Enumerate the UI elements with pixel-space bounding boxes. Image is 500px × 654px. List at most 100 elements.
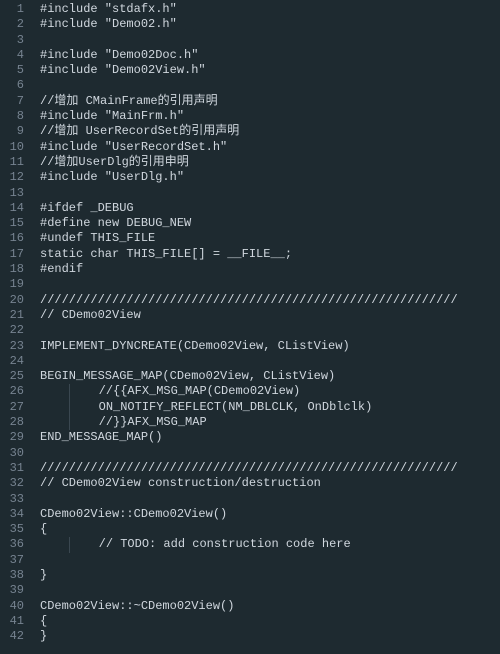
code-line[interactable]: // CDemo02View construction/destruction — [40, 476, 500, 491]
line-number: 15 — [4, 216, 24, 231]
line-number: 19 — [4, 277, 24, 292]
line-number: 22 — [4, 323, 24, 338]
code-line[interactable] — [40, 492, 500, 507]
code-text: #endif — [40, 262, 83, 276]
line-number: 24 — [4, 354, 24, 369]
code-line[interactable]: } — [40, 629, 500, 644]
line-number: 11 — [4, 155, 24, 170]
line-number: 37 — [4, 553, 24, 568]
code-line[interactable]: #include "Demo02Doc.h" — [40, 48, 500, 63]
code-line[interactable]: #define new DEBUG_NEW — [40, 216, 500, 231]
code-text: #include "Demo02View.h" — [40, 63, 206, 77]
line-number: 14 — [4, 201, 24, 216]
code-line[interactable]: //}}AFX_MSG_MAP — [40, 415, 500, 430]
code-text: ////////////////////////////////////////… — [40, 461, 458, 475]
line-number: 38 — [4, 568, 24, 583]
code-line[interactable] — [40, 33, 500, 48]
code-line[interactable] — [40, 583, 500, 598]
code-line[interactable]: ////////////////////////////////////////… — [40, 461, 500, 476]
code-line[interactable]: CDemo02View::CDemo02View() — [40, 507, 500, 522]
code-line[interactable]: #include "Demo02View.h" — [40, 63, 500, 78]
code-line[interactable]: BEGIN_MESSAGE_MAP(CDemo02View, CListView… — [40, 369, 500, 384]
line-number: 41 — [4, 614, 24, 629]
code-line[interactable]: #include "stdafx.h" — [40, 2, 500, 17]
code-line[interactable]: } — [40, 568, 500, 583]
code-line[interactable] — [40, 186, 500, 201]
code-line[interactable]: { — [40, 522, 500, 537]
code-line[interactable]: #include "Demo02.h" — [40, 17, 500, 32]
line-number: 39 — [4, 583, 24, 598]
line-number: 1 — [4, 2, 24, 17]
code-text: //增加UserDlg的引用申明 — [40, 155, 189, 169]
line-number: 36 — [4, 537, 24, 552]
line-number: 42 — [4, 629, 24, 644]
line-number: 9 — [4, 124, 24, 139]
code-text: #include "Demo02Doc.h" — [40, 48, 198, 62]
code-text: //{{AFX_MSG_MAP(CDemo02View) — [99, 384, 301, 398]
code-line[interactable]: static char THIS_FILE[] = __FILE__; — [40, 247, 500, 262]
line-number: 26 — [4, 384, 24, 399]
code-line[interactable]: //增加 UserRecordSet的引用声明 — [40, 124, 500, 139]
code-line[interactable] — [40, 446, 500, 461]
code-text: #ifdef _DEBUG — [40, 201, 134, 215]
line-number: 32 — [4, 476, 24, 491]
code-text: //}}AFX_MSG_MAP — [99, 415, 207, 429]
code-text: CDemo02View::CDemo02View() — [40, 507, 227, 521]
line-number: 40 — [4, 599, 24, 614]
line-number: 12 — [4, 170, 24, 185]
code-text: END_MESSAGE_MAP() — [40, 430, 162, 444]
line-number: 3 — [4, 33, 24, 48]
code-line[interactable]: #undef THIS_FILE — [40, 231, 500, 246]
line-number: 31 — [4, 461, 24, 476]
code-text: #include "UserRecordSet.h" — [40, 140, 227, 154]
line-number: 33 — [4, 492, 24, 507]
code-line[interactable]: #include "UserDlg.h" — [40, 170, 500, 185]
code-line[interactable]: //增加 CMainFrame的引用声明 — [40, 94, 500, 109]
line-number: 21 — [4, 308, 24, 323]
code-line[interactable]: IMPLEMENT_DYNCREATE(CDemo02View, CListVi… — [40, 339, 500, 354]
code-line[interactable]: ////////////////////////////////////////… — [40, 293, 500, 308]
code-text: // TODO: add construction code here — [99, 537, 351, 551]
line-number: 4 — [4, 48, 24, 63]
code-line[interactable]: END_MESSAGE_MAP() — [40, 430, 500, 445]
line-number: 10 — [4, 140, 24, 155]
code-text: } — [40, 568, 47, 582]
code-line[interactable]: #endif — [40, 262, 500, 277]
line-number: 5 — [4, 63, 24, 78]
code-text: static char THIS_FILE[] = __FILE__; — [40, 247, 292, 261]
line-number: 28 — [4, 415, 24, 430]
code-text: IMPLEMENT_DYNCREATE(CDemo02View, CListVi… — [40, 339, 350, 353]
code-line[interactable]: ON_NOTIFY_REFLECT(NM_DBLCLK, OnDblclk) — [40, 400, 500, 415]
code-text: #include "MainFrm.h" — [40, 109, 184, 123]
code-line[interactable]: // CDemo02View — [40, 308, 500, 323]
code-text: #include "UserDlg.h" — [40, 170, 184, 184]
code-line[interactable] — [40, 323, 500, 338]
code-line[interactable]: CDemo02View::~CDemo02View() — [40, 599, 500, 614]
code-line[interactable]: //增加UserDlg的引用申明 — [40, 155, 500, 170]
code-text: { — [40, 522, 47, 536]
code-line[interactable]: #ifdef _DEBUG — [40, 201, 500, 216]
code-text: #include "Demo02.h" — [40, 17, 177, 31]
code-text: BEGIN_MESSAGE_MAP(CDemo02View, CListView… — [40, 369, 335, 383]
code-line[interactable]: //{{AFX_MSG_MAP(CDemo02View) — [40, 384, 500, 399]
line-number: 30 — [4, 446, 24, 461]
code-text: // CDemo02View — [40, 308, 141, 322]
code-line[interactable] — [40, 277, 500, 292]
line-number: 7 — [4, 94, 24, 109]
code-line[interactable]: { — [40, 614, 500, 629]
code-content[interactable]: #include "stdafx.h"#include "Demo02.h" #i… — [34, 0, 500, 654]
code-line[interactable]: // TODO: add construction code here — [40, 537, 500, 552]
code-line[interactable] — [40, 78, 500, 93]
line-number: 17 — [4, 247, 24, 262]
code-line[interactable] — [40, 354, 500, 369]
code-line[interactable]: #include "MainFrm.h" — [40, 109, 500, 124]
line-number: 34 — [4, 507, 24, 522]
line-number: 6 — [4, 78, 24, 93]
code-line[interactable] — [40, 553, 500, 568]
code-text: //增加 CMainFrame的引用声明 — [40, 94, 218, 108]
code-text: { — [40, 614, 47, 628]
line-number: 18 — [4, 262, 24, 277]
code-editor: 1234567891011121314151617181920212223242… — [0, 0, 500, 654]
code-text: // CDemo02View construction/destruction — [40, 476, 321, 490]
code-line[interactable]: #include "UserRecordSet.h" — [40, 140, 500, 155]
